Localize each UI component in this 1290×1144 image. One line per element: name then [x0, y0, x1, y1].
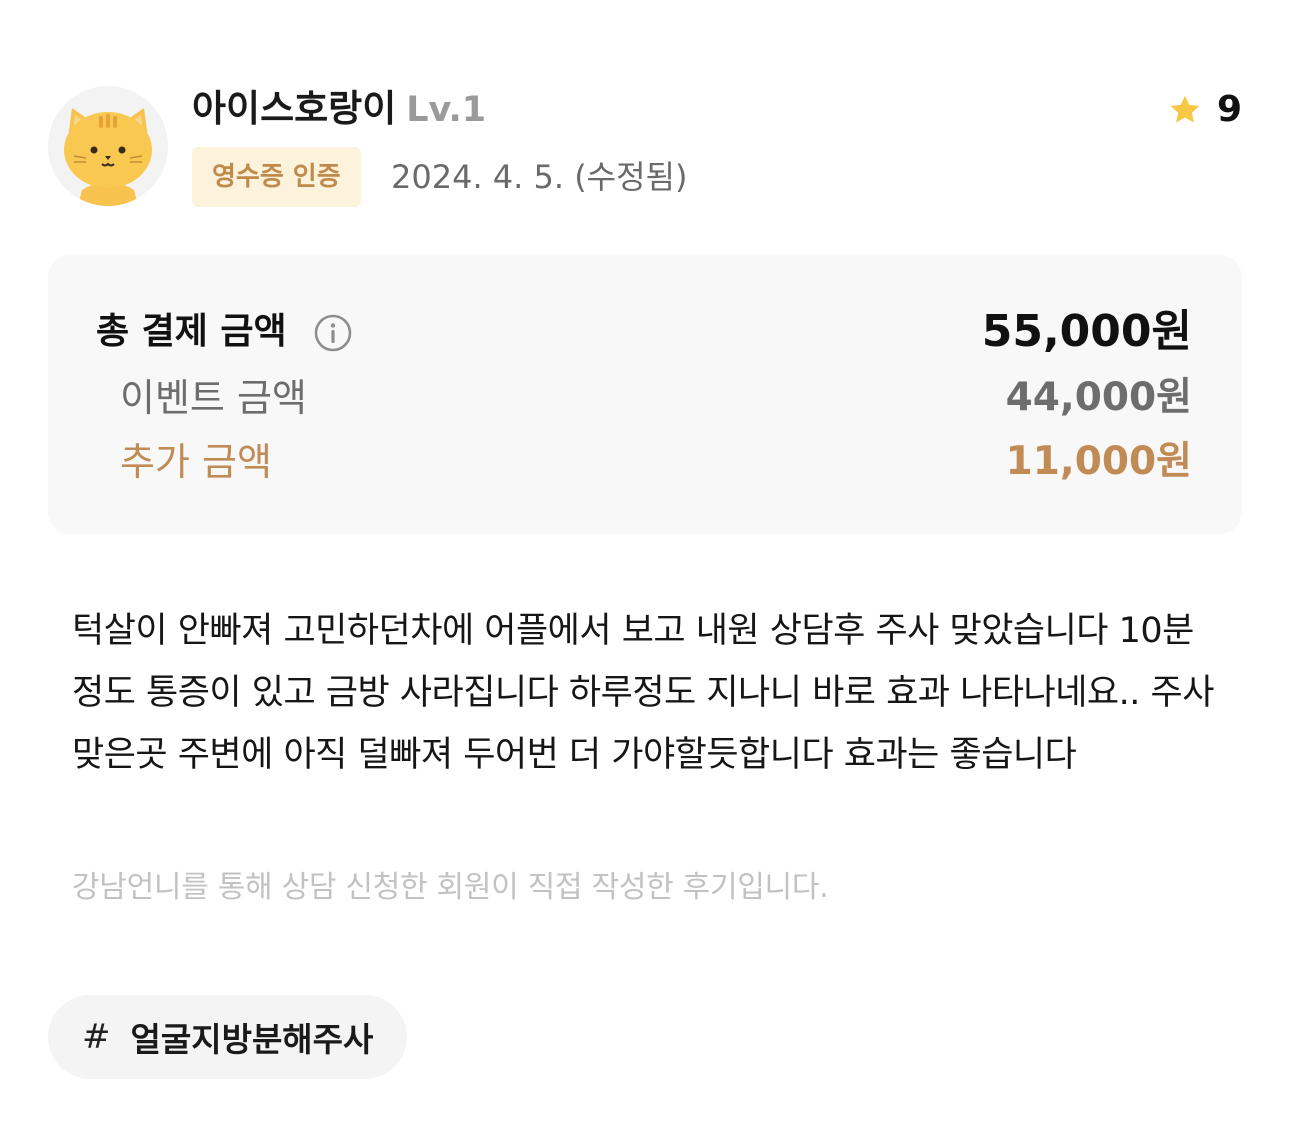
- review-card: 아이스호랑이 Lv.1 영수증 인증 2024. 4. 5. (수정됨) 9 총 …: [0, 0, 1290, 1144]
- author-name[interactable]: 아이스호랑이: [192, 87, 396, 130]
- payment-summary: 총 결제 금액 55,000원 이벤트 금액 44,000원 추가 금액 11,…: [48, 255, 1242, 534]
- rating-value: 9: [1216, 89, 1242, 130]
- hash-icon: #: [82, 1017, 111, 1057]
- event-amount-value: 44,000원: [1005, 375, 1192, 420]
- receipt-verified-badge: 영수증 인증: [192, 147, 361, 207]
- author-level: Lv.1: [406, 90, 487, 130]
- info-icon[interactable]: [313, 313, 353, 353]
- review-date: 2024. 4. 5. (수정됨): [391, 158, 688, 196]
- review-header: 아이스호랑이 Lv.1 영수증 인증 2024. 4. 5. (수정됨) 9: [48, 86, 1242, 210]
- review-notice: 강남언니를 통해 상담 신청한 회원이 직접 작성한 후기입니다.: [72, 870, 829, 905]
- tag-chip[interactable]: # 얼굴지방분해주사: [48, 995, 408, 1079]
- event-amount-label: 이벤트 금액: [120, 376, 307, 420]
- total-amount-value: 55,000원: [981, 306, 1192, 357]
- extra-amount-row: 추가 금액 11,000원: [48, 435, 1242, 489]
- rating: 9: [1167, 90, 1242, 130]
- review-text: 턱살이 안빠져 고민하던차에 어플에서 보고 내원 상담후 주사 맞았습니다 1…: [72, 611, 1214, 775]
- event-amount-row: 이벤트 금액 44,000원: [48, 371, 1242, 425]
- extra-amount-label: 추가 금액: [120, 440, 272, 484]
- author-name-line[interactable]: 아이스호랑이 Lv.1: [192, 86, 486, 133]
- star-icon: [1170, 95, 1200, 123]
- extra-amount-value: 11,000원: [1005, 439, 1192, 484]
- total-amount-label: 총 결제 금액: [96, 311, 287, 352]
- tag-label: 얼굴지방분해주사: [130, 1020, 374, 1059]
- cat-avatar-icon[interactable]: [48, 86, 168, 206]
- total-amount-row: 총 결제 금액 55,000원: [48, 305, 1242, 359]
